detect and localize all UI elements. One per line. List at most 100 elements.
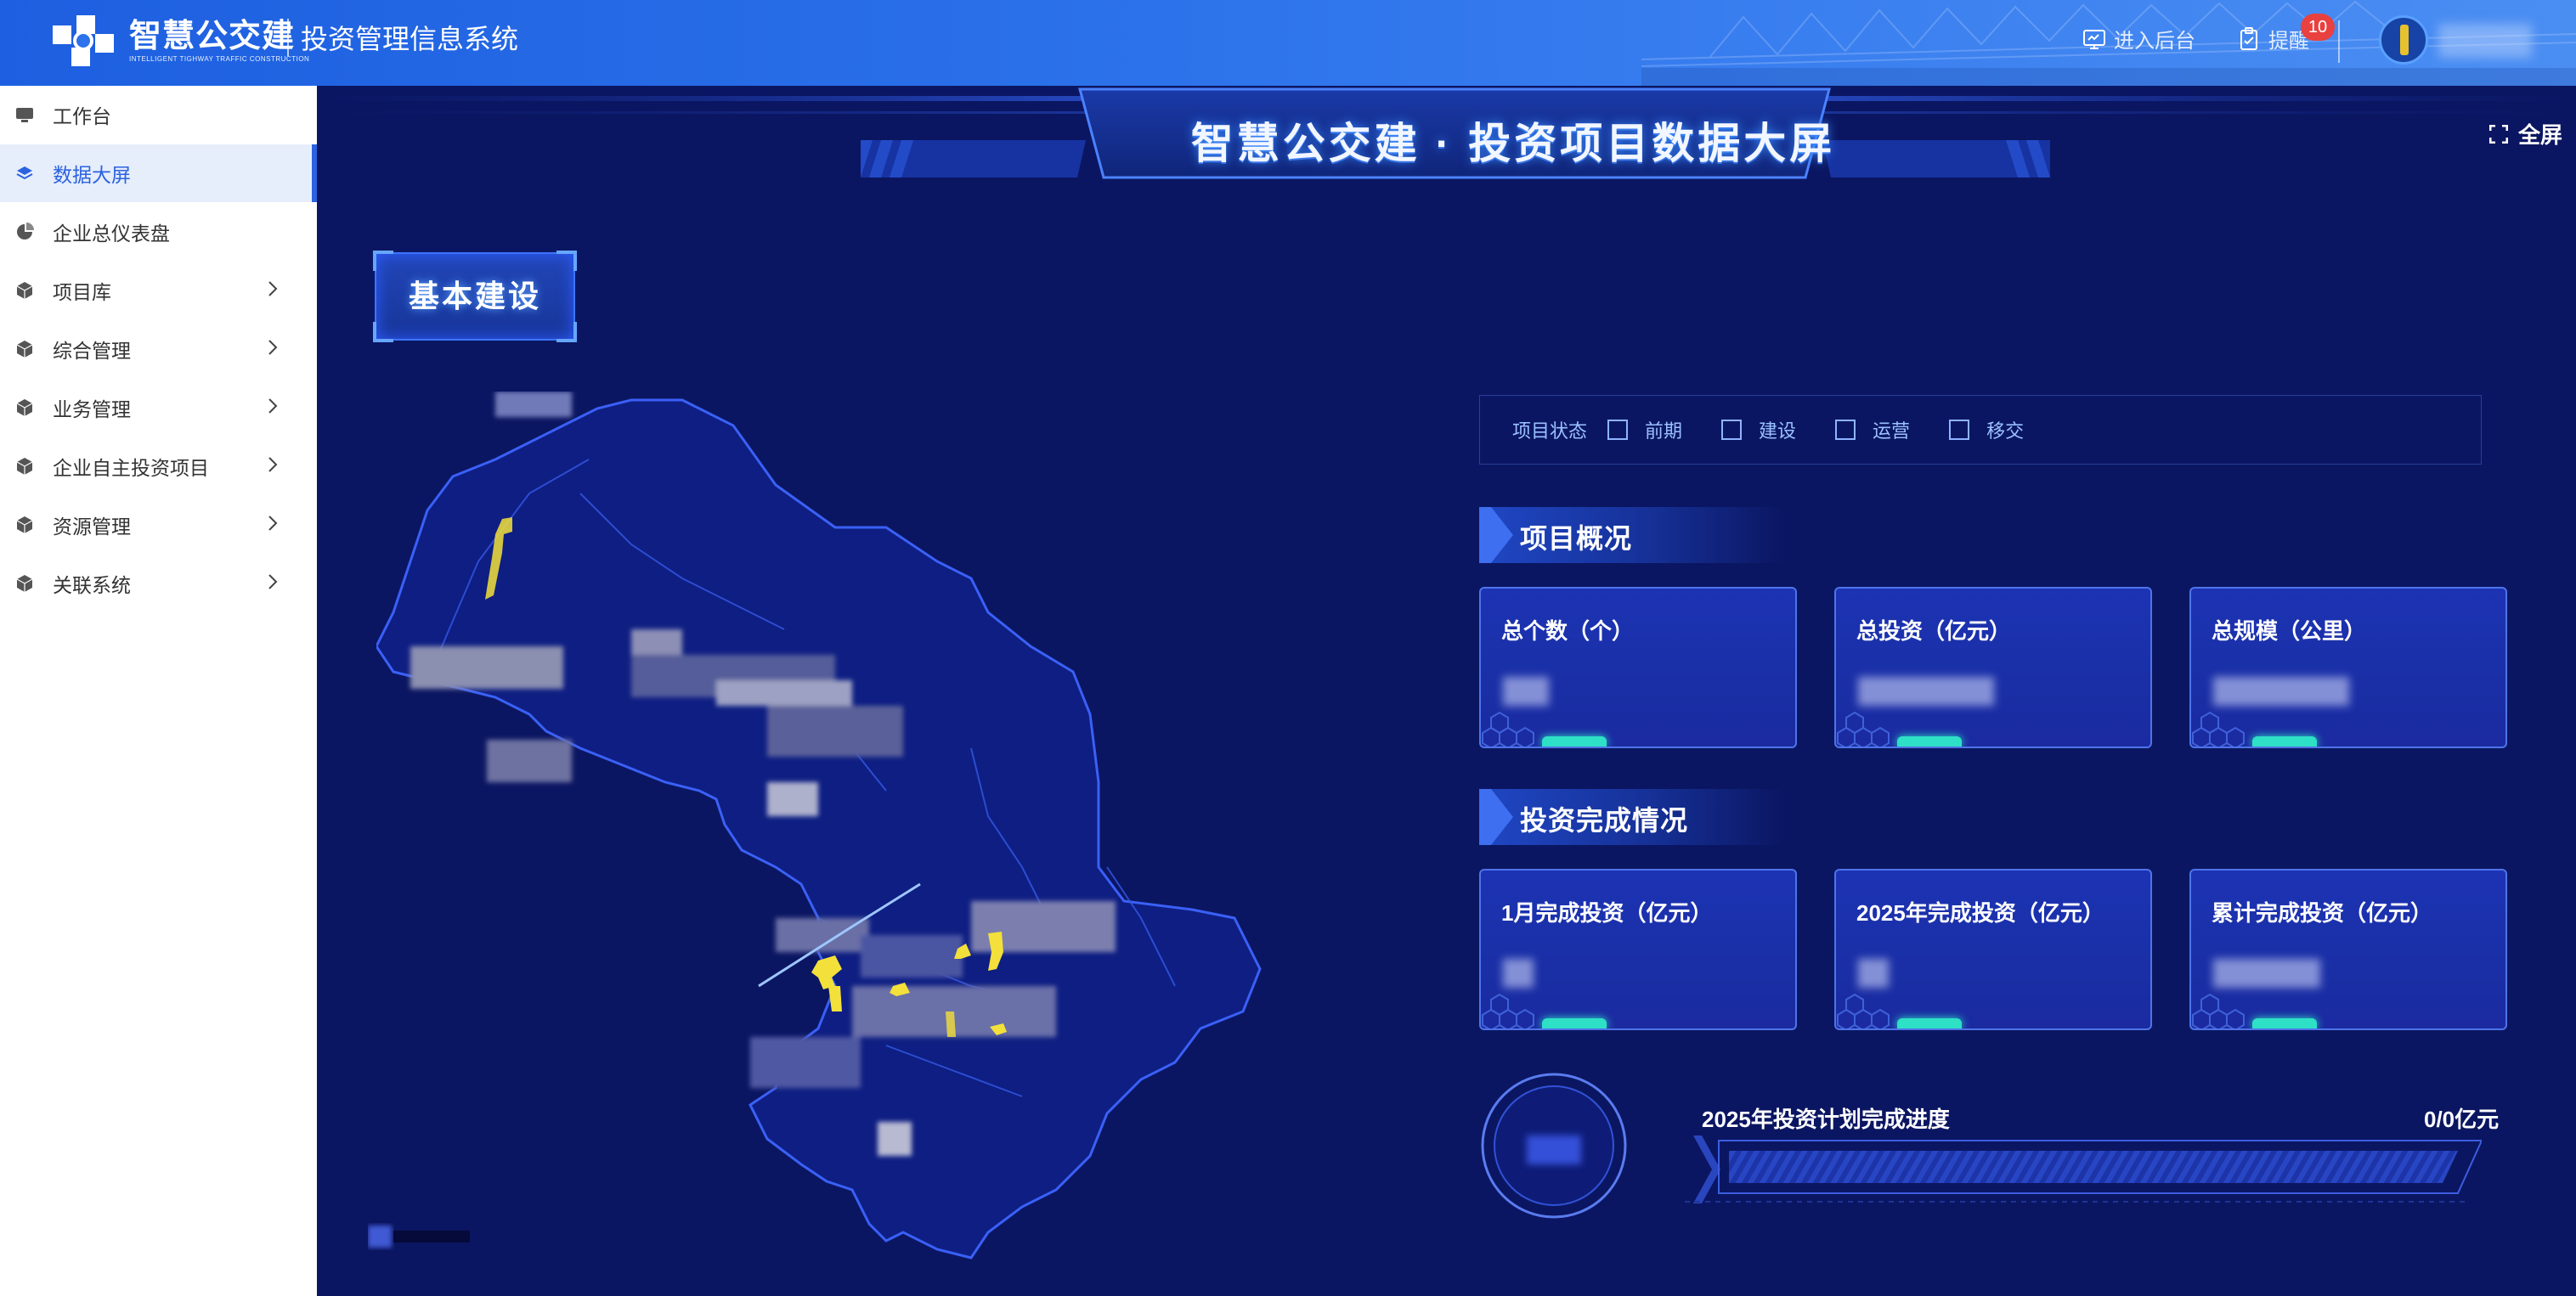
sidebar-item-label: 关联系统 — [53, 574, 131, 596]
status-checkbox-preliminary[interactable]: 前期 — [1607, 416, 1682, 443]
sidebar-item-dashboard[interactable]: 企业总仪表盘 — [0, 203, 317, 261]
stat-card-year-investment: 2025年完成投资（亿元） — [1834, 869, 2152, 1030]
progress-bar — [1668, 1135, 2482, 1203]
sidebar-item-label: 数据大屏 — [53, 164, 131, 186]
chevron-right-icon — [268, 340, 278, 355]
top-bar: 智慧公交建 INTELLIGENT TIGHWAY TRAFFIC CONSTR… — [0, 0, 2576, 86]
category-basic-construction-button[interactable]: 基本建设 — [373, 251, 577, 342]
brand-logo[interactable]: 智慧公交建 INTELLIGENT TIGHWAY TRAFFIC CONSTR… — [48, 10, 309, 70]
sidebar: 工作台 数据大屏 企业总仪表盘 项目库 综合管理 业务管理 企业自主投资项目 资… — [0, 86, 317, 1296]
hexagon-pattern-icon — [2192, 993, 2245, 1028]
card-label: 2025年完成投资（亿元） — [1856, 900, 2104, 926]
sidebar-item-project-library[interactable]: 项目库 — [0, 262, 317, 319]
sidebar-item-label: 资源管理 — [53, 516, 131, 538]
progress-percent-redacted — [1527, 1135, 1581, 1164]
brand-name: 智慧公交建 — [129, 18, 296, 54]
hexagon-pattern-icon — [2192, 711, 2245, 747]
chevron-right-icon — [268, 398, 278, 414]
status-checkbox-operation[interactable]: 运营 — [1835, 416, 1910, 443]
progress-value: 0/0亿元 — [2424, 1107, 2500, 1132]
sidebar-item-label: 企业总仪表盘 — [53, 223, 170, 245]
checkbox-label: 建设 — [1759, 420, 1797, 442]
hexagon-pattern-icon — [1837, 993, 1890, 1028]
chevron-right-icon — [268, 281, 278, 296]
reminder-link[interactable]: 提醒 — [2236, 24, 2309, 54]
province-map[interactable] — [376, 392, 1379, 1292]
checkbox-label: 运营 — [1873, 420, 1911, 442]
monitor-icon — [16, 108, 33, 122]
status-checkbox-handover[interactable]: 移交 — [1949, 416, 2024, 443]
fullscreen-icon — [2488, 124, 2508, 144]
cube-icon — [16, 575, 33, 592]
checkbox[interactable] — [1721, 420, 1743, 440]
progress-label: 2025年投资计划完成进度 — [1702, 1107, 1950, 1132]
status-checkbox-construction[interactable]: 建设 — [1721, 416, 1796, 443]
sidebar-item-label: 综合管理 — [53, 340, 131, 362]
header-divider — [2338, 20, 2340, 63]
sidebar-item-self-investment[interactable]: 企业自主投资项目 — [0, 437, 317, 495]
hexagon-pattern-icon — [1837, 711, 1890, 747]
cube-icon — [16, 458, 33, 475]
sidebar-item-business-management[interactable]: 业务管理 — [0, 379, 317, 437]
cube-icon — [16, 282, 33, 299]
admin-link[interactable]: 进入后台 — [2082, 24, 2195, 54]
fullscreen-label: 全屏 — [2517, 122, 2562, 148]
card-accent-tab — [1542, 736, 1607, 747]
project-status-filter: 项目状态 前期 建设 运营 移交 — [1479, 395, 2482, 465]
section-arrow-icon — [1479, 507, 1513, 563]
card-label: 1月完成投资（亿元） — [1501, 900, 1713, 926]
sidebar-item-resource-management[interactable]: 资源管理 — [0, 496, 317, 554]
category-label: 基本建设 — [408, 279, 541, 313]
sidebar-item-label: 业务管理 — [53, 398, 131, 420]
brand-subtitle: INTELLIGENT TIGHWAY TRAFFIC CONSTRUCTION — [129, 54, 310, 63]
overview-section-header: 项目概况 — [1479, 507, 1785, 563]
sidebar-item-workbench[interactable]: 工作台 — [0, 86, 317, 144]
checkbox-label: 移交 — [1986, 420, 2025, 442]
data-screen-panel: 智慧公交建 · 投资项目数据大屏 全屏 基本建设 项目状态 前期 建设 运营 移… — [317, 86, 2576, 1296]
cube-icon — [16, 399, 33, 416]
clipboard-icon — [2240, 26, 2257, 50]
monitor-icon — [2083, 29, 2105, 49]
card-accent-tab — [1897, 736, 1962, 747]
logo-icon — [53, 15, 114, 66]
sidebar-item-general-management[interactable]: 综合管理 — [0, 320, 317, 378]
checkbox[interactable] — [1949, 420, 1970, 440]
section-title: 投资完成情况 — [1520, 805, 1689, 836]
card-accent-tab — [1542, 1018, 1607, 1028]
system-title: 投资管理信息系统 — [301, 24, 519, 54]
checkbox[interactable] — [1607, 420, 1629, 440]
corner-ornament — [556, 251, 577, 271]
user-avatar[interactable] — [2379, 15, 2428, 65]
screen-title: 智慧公交建 · 投资项目数据大屏 — [1190, 120, 1836, 167]
checkbox-label: 前期 — [1645, 420, 1683, 442]
chevron-right-icon — [268, 457, 278, 472]
corner-ornament — [373, 251, 393, 271]
card-accent-tab — [2252, 736, 2317, 747]
hexagon-pattern-icon — [1482, 711, 1534, 747]
section-arrow-icon — [1479, 789, 1513, 845]
admin-link-label: 进入后台 — [2114, 30, 2195, 53]
checkbox[interactable] — [1835, 420, 1856, 440]
sidebar-item-data-screen[interactable]: 数据大屏 — [0, 144, 317, 202]
chevron-right-icon — [268, 516, 278, 531]
sidebar-item-label: 企业自主投资项目 — [53, 457, 209, 479]
stat-card-total-scale: 总规模（公里） — [2189, 587, 2507, 748]
cube-icon — [16, 516, 33, 533]
title-divider — [287, 19, 289, 56]
card-accent-tab — [2252, 1018, 2317, 1028]
investment-section-header: 投资完成情况 — [1479, 789, 1785, 845]
sidebar-item-label: 工作台 — [53, 105, 111, 127]
cube-icon — [16, 341, 33, 358]
stat-card-cumulative-investment: 累计完成投资（亿元） — [2189, 869, 2507, 1030]
notification-badge: 10 — [2301, 14, 2335, 41]
user-name-redacted[interactable] — [2438, 24, 2532, 58]
card-accent-tab — [1897, 1018, 1962, 1028]
section-title: 项目概况 — [1520, 523, 1633, 554]
fullscreen-button[interactable]: 全屏 — [2488, 118, 2562, 149]
card-label: 总规模（公里） — [2212, 618, 2367, 644]
sidebar-item-linked-systems[interactable]: 关联系统 — [0, 555, 317, 612]
corner-ornament — [373, 322, 393, 342]
corner-ornament — [556, 322, 577, 342]
card-label: 累计完成投资（亿元） — [2212, 900, 2433, 926]
card-label: 总投资（亿元） — [1856, 618, 2012, 644]
